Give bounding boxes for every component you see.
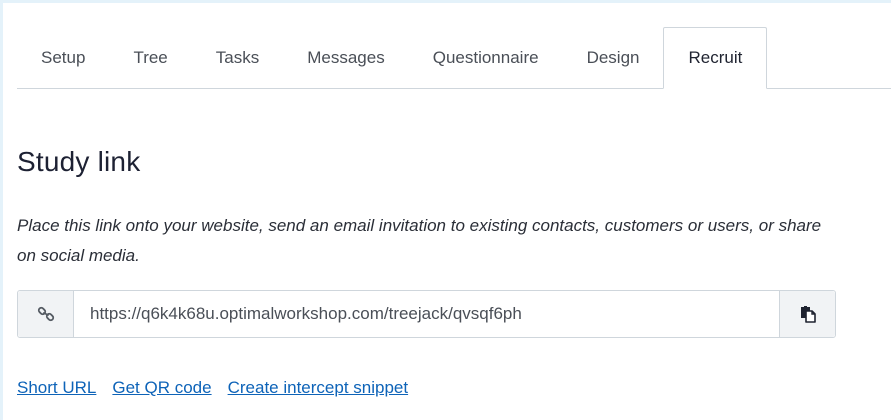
tab-tasks[interactable]: Tasks [192, 28, 283, 88]
tab-setup[interactable]: Setup [17, 28, 109, 88]
tab-recruit[interactable]: Recruit [663, 27, 768, 89]
study-link-actions: Short URL Get QR code Create intercept s… [17, 378, 408, 398]
tab-messages[interactable]: Messages [283, 28, 408, 88]
tab-design[interactable]: Design [563, 28, 664, 88]
get-qr-code-link[interactable]: Get QR code [112, 378, 211, 398]
recruit-panel: Setup Tree Tasks Messages Questionnaire … [0, 0, 891, 420]
copy-icon [800, 306, 816, 323]
study-link-url-input[interactable] [74, 291, 779, 337]
short-url-link[interactable]: Short URL [17, 378, 96, 398]
tab-questionnaire[interactable]: Questionnaire [409, 28, 563, 88]
link-icon [18, 291, 74, 337]
copy-button[interactable] [779, 291, 835, 337]
study-link-description: Place this link onto your website, send … [17, 216, 822, 265]
tab-tree[interactable]: Tree [109, 28, 191, 88]
create-intercept-snippet-link[interactable]: Create intercept snippet [228, 378, 409, 398]
tab-bar: Setup Tree Tasks Messages Questionnaire … [17, 24, 891, 89]
page-title: Study link [17, 146, 141, 177]
study-link-field-group [17, 290, 836, 338]
